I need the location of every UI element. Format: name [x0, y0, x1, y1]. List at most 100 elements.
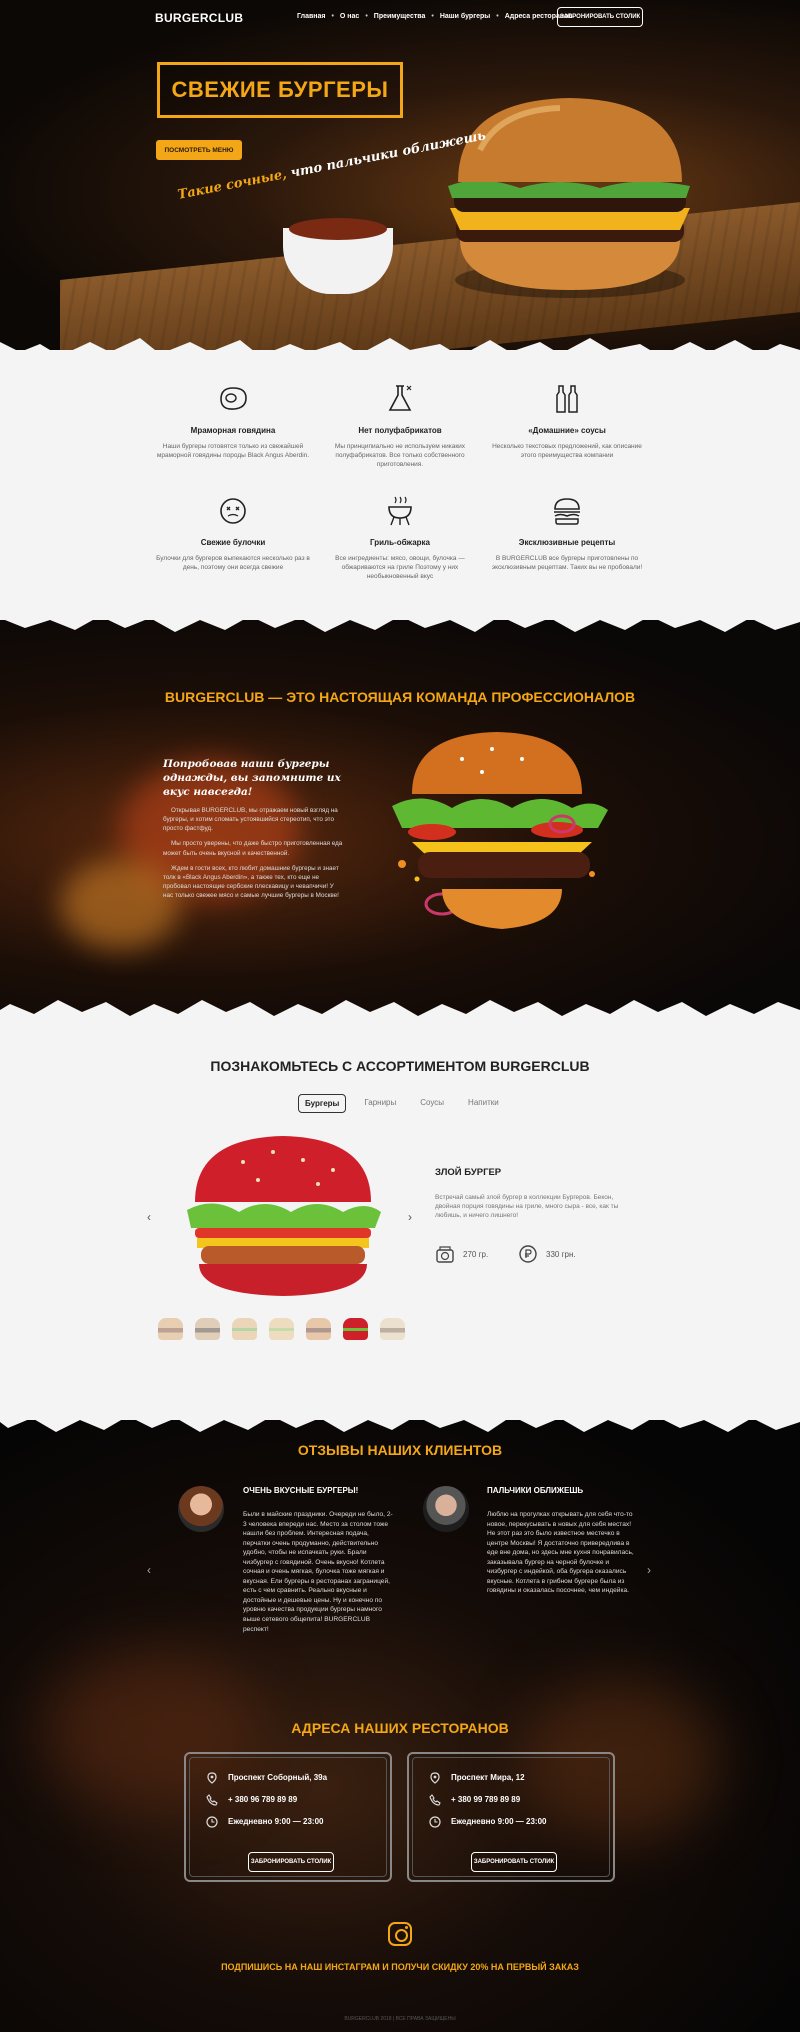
clock-icon — [206, 1816, 218, 1828]
hours-text: Ежедневно 9:00 — 23:00 — [451, 1817, 547, 1826]
thumbnail[interactable] — [306, 1318, 331, 1340]
tab-sauces[interactable]: Соусы — [414, 1094, 450, 1113]
hero-burger-image — [448, 98, 690, 298]
thumbnail[interactable] — [380, 1318, 405, 1340]
main-menu: Главная • О нас • Преимущества • Наши бурге… — [297, 13, 573, 20]
footer-text: BURGERCLUB 2018 | ВСЕ ПРАВА ЗАЩИЩЕНЫ — [344, 2016, 456, 2022]
flask-icon — [383, 382, 417, 416]
team-description: Открывая BURGERCLUB, мы отражаем новый в… — [163, 806, 343, 906]
thumbnail-selected[interactable] — [343, 1318, 368, 1340]
book-table-button[interactable]: ЗАБРОНИРОВАТЬ СТОЛИК — [248, 1852, 334, 1872]
product-price: 330 грн. — [518, 1244, 576, 1264]
phone-icon — [206, 1794, 218, 1806]
feature-title: Мраморная говядина — [190, 426, 276, 435]
hero-title: СВЕЖИЕ БУРГЕРЫ — [157, 62, 403, 118]
feature-text: Наши бургеры готовятся только из свежайш… — [156, 443, 310, 459]
steak-icon — [216, 382, 250, 416]
address-text: Проспект Соборный, 39а — [228, 1773, 328, 1782]
reviews-next-arrow-icon[interactable]: › — [647, 1563, 651, 1577]
clock-icon — [429, 1816, 441, 1828]
address-card: Проспект Соборный, 39а + 380 96 789 89 8… — [184, 1752, 392, 1882]
product-name: ЗЛОЙ БУРГЕР — [435, 1167, 502, 1178]
feature-text: Все ингредиенты: мясо, овощи, булочка — … — [335, 555, 465, 580]
team-paragraph: Ждем в гости всех, кто любит домашние бу… — [163, 864, 339, 899]
reviews-prev-arrow-icon[interactable]: ‹ — [147, 1563, 151, 1577]
hero-section: BURGERCLUB Главная • О нас • Преимущества •… — [0, 0, 800, 350]
next-arrow-icon[interactable]: › — [408, 1210, 412, 1224]
grill-icon — [383, 494, 417, 528]
review-title: ПАЛЬЧИКИ ОБЛИЖЕШЬ — [487, 1486, 584, 1495]
feature-card: Свежие булочки Булочки для бургеров выпе… — [150, 494, 316, 573]
scale-icon — [436, 1246, 454, 1263]
menu-item-advantages[interactable]: Преимущества — [374, 13, 426, 20]
feature-card: Мраморная говядина Наши бургеры готовятс… — [150, 382, 316, 461]
feature-text: Несколько текстовых предложений, как опи… — [492, 443, 642, 459]
prev-arrow-icon[interactable]: ‹ — [147, 1210, 151, 1224]
feature-card: Эксклюзивные рецепты В BURGERCLUB все бу… — [484, 494, 650, 573]
category-tabs: Бургеры Гарниры Соусы Напитки — [298, 1094, 505, 1113]
book-table-button[interactable]: ЗАБРОНИРОВАТЬ СТОЛИК — [471, 1852, 557, 1872]
review-text: Люблю на прогулках открывать для себя чт… — [487, 1511, 634, 1595]
feature-title: Нет полуфабрикатов — [358, 426, 442, 435]
menu-separator: • — [431, 13, 434, 20]
torn-edge — [0, 606, 800, 632]
tab-sides[interactable]: Гарниры — [358, 1094, 402, 1113]
instagram-promo-text: ПОДПИШИСЬ НА НАШ ИНСТАГРАМ И ПОЛУЧИ СКИД… — [221, 1962, 579, 1972]
menu-item-burgers[interactable]: Наши бургеры — [440, 13, 490, 20]
hours-text: Ежедневно 9:00 — 23:00 — [228, 1817, 324, 1826]
weight-value: 270 гр. — [463, 1249, 489, 1259]
location-pin-icon — [207, 1772, 217, 1784]
thumbnail[interactable] — [232, 1318, 257, 1340]
bun-icon — [216, 494, 250, 528]
addresses-title: АДРЕСА НАШИХ РЕСТОРАНОВ — [291, 1720, 509, 1736]
view-menu-button[interactable]: ПОСМОТРЕТЬ МЕНЮ — [156, 140, 242, 160]
torn-edge — [0, 338, 800, 364]
product-weight: 270 гр. — [435, 1244, 488, 1264]
feature-title: Эксклюзивные рецепты — [518, 538, 616, 547]
feature-title: Гриль-обжарка — [370, 538, 430, 547]
feature-card: Нет полуфабрикатов Мы принципиально не и… — [317, 382, 483, 469]
address-card: Проспект Мира, 12 + 380 99 789 89 89 Еже… — [407, 1752, 615, 1882]
reviewer-avatar — [178, 1486, 224, 1532]
menu-separator: • — [365, 13, 368, 20]
phone-text[interactable]: + 380 99 789 89 89 — [451, 1795, 520, 1804]
review-text: Были в майские праздники. Очереди не был… — [243, 1511, 393, 1633]
assortment-title: ПОЗНАКОМЬТЕСЬ С АССОРТИМЕНТОМ BURGERCLUB — [210, 1058, 590, 1074]
menu-item-about[interactable]: О нас — [340, 13, 359, 20]
team-paragraph: Мы просто уверены, что даже быстро приго… — [163, 840, 343, 857]
feature-text: Мы принципиально не используем никаких п… — [334, 443, 466, 468]
tagline-part-1: Такие сочные, — [176, 167, 288, 203]
phone-text[interactable]: + 380 96 789 89 89 — [228, 1795, 297, 1804]
team-title: BURGERCLUB — ЭТО НАСТОЯЩАЯ КОМАНДА ПРОФЕ… — [164, 689, 636, 705]
location-pin-icon — [430, 1772, 440, 1784]
team-quote: Попробовав наши бургеры однажды, вы запо… — [163, 758, 341, 799]
tab-drinks[interactable]: Напитки — [462, 1094, 505, 1113]
feature-card: «Домашние» соусы Несколько текстовых пре… — [484, 382, 650, 461]
bottles-icon — [550, 382, 584, 416]
phone-icon — [429, 1794, 441, 1806]
book-table-button[interactable]: ЗАБРОНИРОВАТЬ СТОЛИК — [557, 7, 643, 27]
team-paragraph: Открывая BURGERCLUB, мы отражаем новый в… — [163, 807, 338, 833]
thumbnail[interactable] — [269, 1318, 294, 1340]
feature-title: Свежие булочки — [200, 538, 266, 547]
feature-title: «Домашние» соусы — [528, 426, 606, 435]
torn-edge — [0, 1000, 800, 1030]
exploding-burger-image — [392, 732, 608, 929]
feature-text: В BURGERCLUB все бургеры приготовлены по… — [491, 555, 643, 571]
top-navbar: BURGERCLUB Главная • О нас • Преимущества •… — [0, 0, 800, 34]
logo[interactable]: BURGERCLUB — [155, 11, 243, 25]
tab-burgers[interactable]: Бургеры — [298, 1094, 347, 1113]
review-title: ОЧЕНЬ ВКУСНЫЕ БУРГЕРЫ! — [243, 1486, 359, 1495]
product-thumbnails — [158, 1318, 405, 1340]
thumbnail[interactable] — [158, 1318, 183, 1340]
coin-icon — [519, 1245, 537, 1263]
feature-card: Гриль-обжарка Все ингредиенты: мясо, ово… — [317, 494, 483, 581]
reviews-title: ОТЗЫВЫ НАШИХ КЛИЕНТОВ — [297, 1442, 503, 1458]
menu-item-home[interactable]: Главная — [297, 13, 325, 20]
reviewer-avatar — [423, 1486, 469, 1532]
thumbnail[interactable] — [195, 1318, 220, 1340]
fire-glow — [60, 860, 180, 950]
menu-separator: • — [331, 13, 334, 20]
instagram-icon[interactable] — [388, 1922, 412, 1946]
burger-icon — [550, 494, 584, 528]
